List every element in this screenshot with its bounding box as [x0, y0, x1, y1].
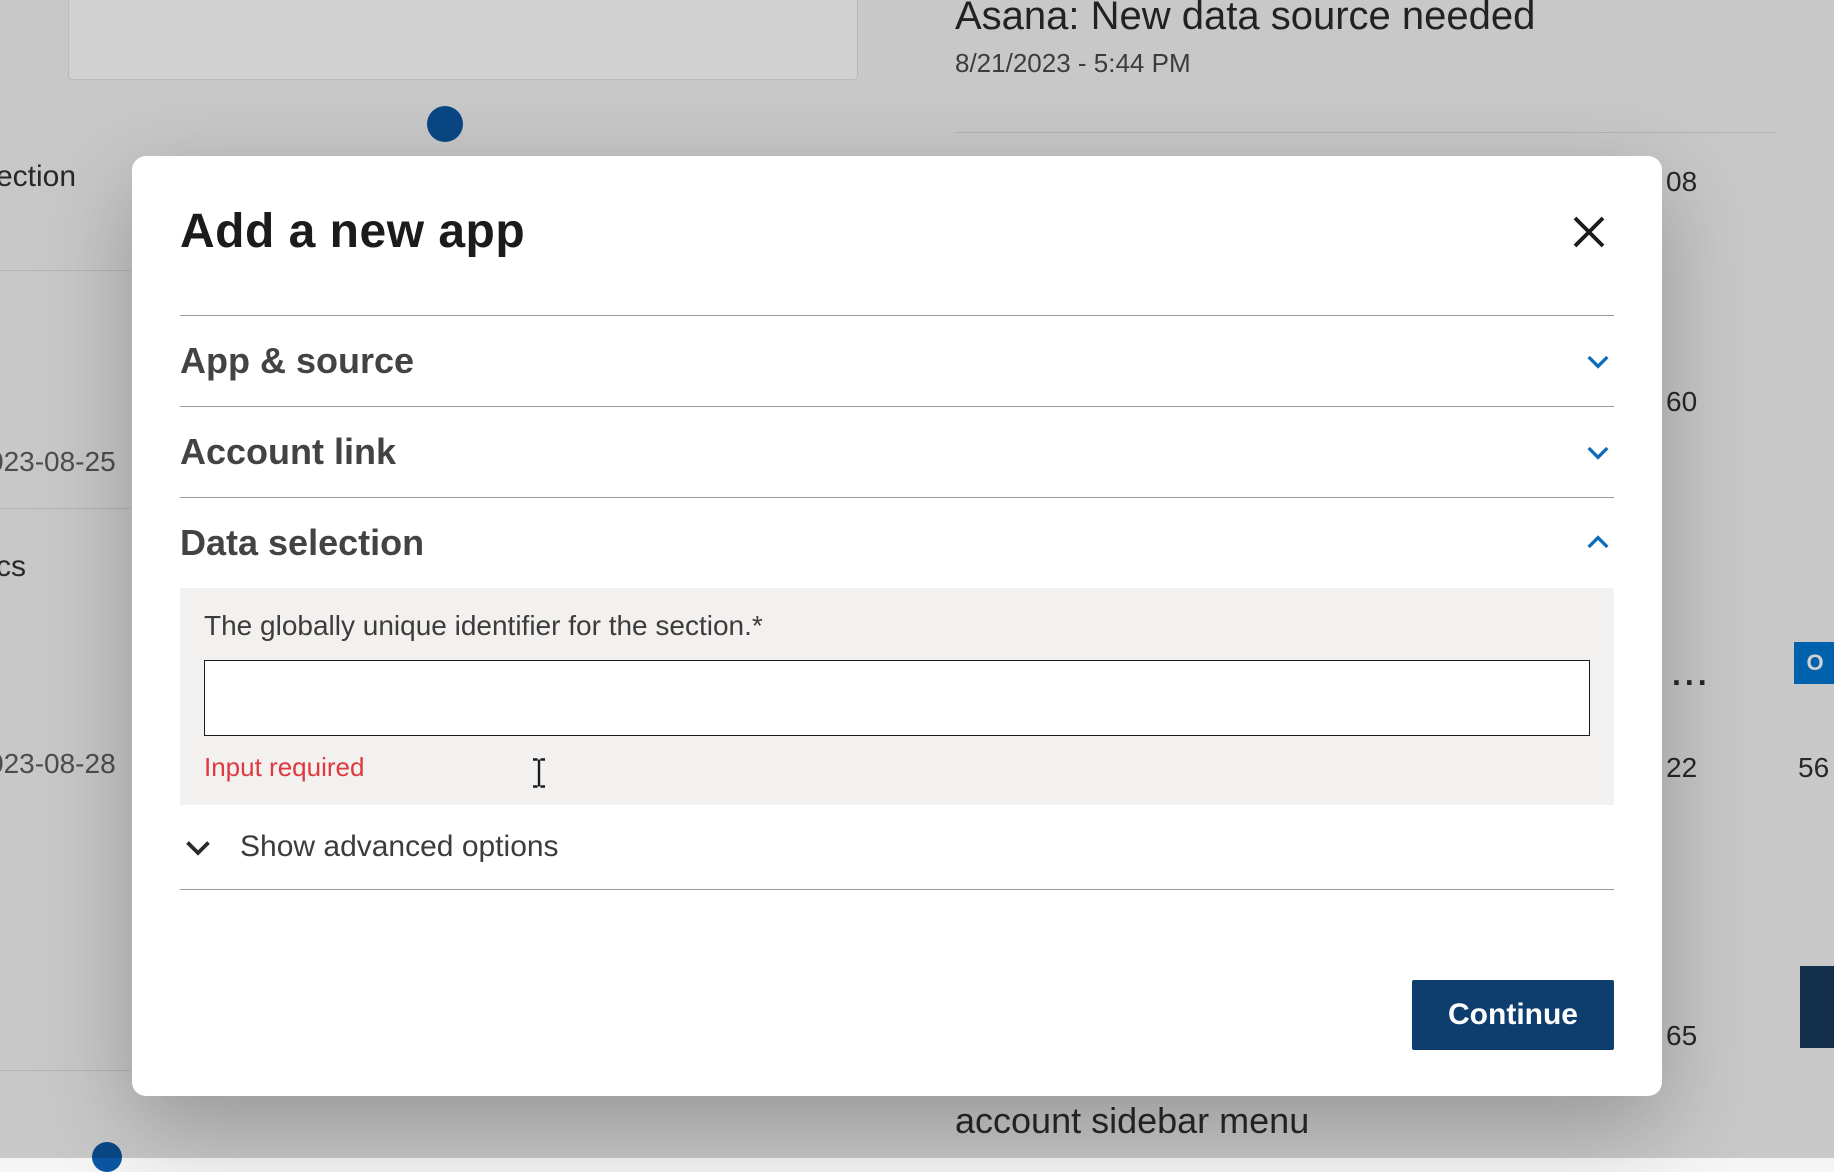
section-app-source[interactable]: App & source: [180, 315, 1614, 406]
identifier-error: Input required: [204, 752, 1590, 783]
show-advanced-label: Show advanced options: [240, 830, 559, 864]
identifier-input[interactable]: [204, 660, 1590, 736]
close-button[interactable]: [1564, 207, 1614, 257]
chevron-up-icon: [1582, 527, 1614, 559]
chevron-down-icon: [1582, 345, 1614, 377]
chevron-down-icon: [1582, 436, 1614, 468]
section-account-link-title: Account link: [180, 431, 396, 473]
section-data-selection[interactable]: Data selection: [180, 497, 1614, 588]
close-icon: [1568, 211, 1610, 253]
chevron-down-icon: [180, 829, 216, 865]
modal-title: Add a new app: [180, 204, 525, 259]
section-app-source-title: App & source: [180, 340, 414, 382]
add-app-modal: Add a new app App & source Account link …: [132, 156, 1662, 1096]
continue-button[interactable]: Continue: [1412, 980, 1614, 1050]
section-account-link[interactable]: Account link: [180, 406, 1614, 497]
data-selection-panel: The globally unique identifier for the s…: [180, 588, 1614, 805]
modal-header: Add a new app: [132, 156, 1662, 267]
modal-body: App & source Account link Data selection…: [132, 315, 1662, 890]
identifier-field-label: The globally unique identifier for the s…: [204, 610, 1590, 642]
modal-footer: Continue: [1412, 980, 1614, 1050]
show-advanced-toggle[interactable]: Show advanced options: [180, 805, 1614, 890]
section-data-selection-title: Data selection: [180, 522, 424, 564]
